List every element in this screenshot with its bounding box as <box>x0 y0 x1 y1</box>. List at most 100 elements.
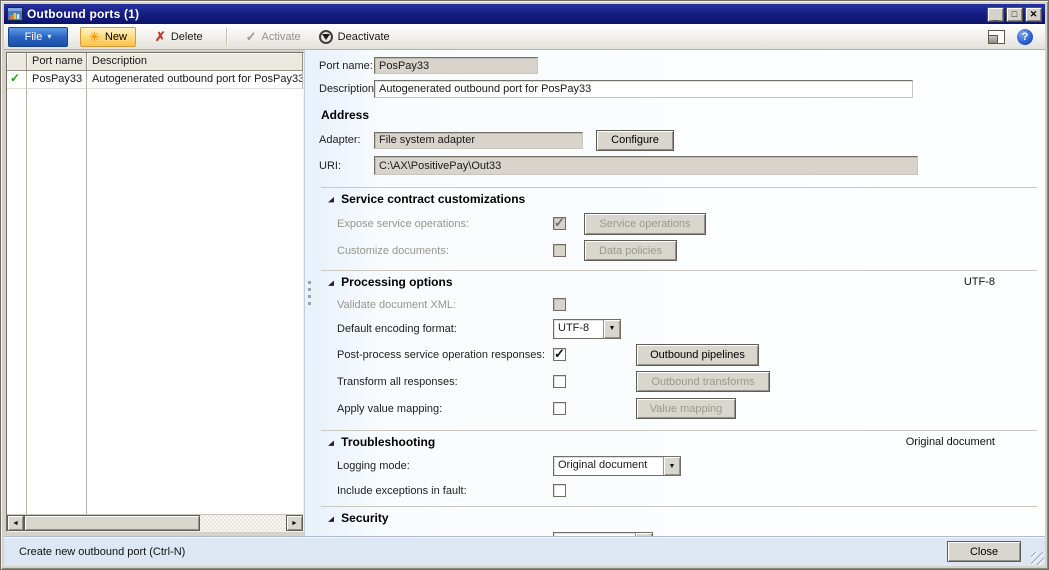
section-summary-value: Original document <box>906 436 995 448</box>
customize-documents-label: Customize documents: <box>337 245 553 257</box>
grid-empty-area <box>7 89 303 514</box>
logging-mode-value: Original document <box>554 457 663 475</box>
chevron-down-icon: ▾ <box>47 32 51 41</box>
configure-button[interactable]: Configure <box>596 130 674 151</box>
port-details-panel: Port name: PosPay33 Description: Autogen… <box>314 50 1045 536</box>
description-field[interactable]: Autogenerated outbound port for PosPay33 <box>374 80 913 98</box>
window-controls: _ □ ✕ <box>987 7 1042 22</box>
file-menu-label: File <box>25 31 43 43</box>
activate-button-label: Activate <box>262 31 301 43</box>
column-header-port-name[interactable]: Port name <box>27 53 87 71</box>
section-title: Security <box>341 511 388 525</box>
delete-button[interactable]: ✗ Delete <box>146 27 212 47</box>
transform-all-responses-checkbox[interactable] <box>553 375 566 388</box>
adapter-field: File system adapter <box>374 132 583 149</box>
section-title: Processing options <box>341 275 452 289</box>
scroll-right-icon[interactable]: ► <box>286 515 303 531</box>
post-process-checkbox[interactable] <box>553 348 566 361</box>
section-processing-header[interactable]: ◢ Processing options UTF-8 <box>321 271 1037 293</box>
expander-icon: ◢ <box>328 195 334 203</box>
activate-check-icon: ✓ <box>246 30 257 43</box>
outbound-transforms-button: Outbound transforms <box>636 371 770 392</box>
table-row[interactable]: ✓ PosPay33 Autogenerated outbound port f… <box>7 71 303 89</box>
description-label: Description: <box>319 83 374 95</box>
adapter-label: Adapter: <box>319 134 374 146</box>
delete-button-label: Delete <box>171 31 203 43</box>
port-name-field: PosPay33 <box>374 57 538 74</box>
ports-list-panel: Port name Description ✓ PosPay33 Autogen… <box>4 50 304 536</box>
combo-arrow-icon[interactable]: ▼ <box>663 457 680 475</box>
section-troubleshooting-header[interactable]: ◢ Troubleshooting Original document <box>321 431 1037 453</box>
encoding-format-select[interactable]: UTF-8 ▼ <box>553 319 621 339</box>
apply-value-mapping-checkbox[interactable] <box>553 402 566 415</box>
app-icon <box>7 7 23 21</box>
new-button[interactable]: ✳ New <box>80 27 136 47</box>
panel-splitter[interactable] <box>304 50 314 536</box>
resize-grip-icon[interactable] <box>1031 552 1044 565</box>
close-window-button[interactable]: ✕ <box>1025 7 1042 22</box>
status-bar: Create new outbound port (Ctrl-N) Close <box>4 536 1045 566</box>
service-operations-button: Service operations <box>584 213 706 235</box>
section-title: Service contract customizations <box>341 192 525 206</box>
row-description: Autogenerated outbound port for PosPay33 <box>87 71 303 89</box>
transform-all-responses-label: Transform all responses: <box>337 376 553 388</box>
maximize-button[interactable]: □ <box>1006 7 1023 22</box>
post-process-label: Post-process service operation responses… <box>337 349 553 361</box>
title-bar: Outbound ports (1) _ □ ✕ <box>4 4 1045 24</box>
toolbar-separator <box>226 28 227 46</box>
scroll-left-icon[interactable]: ◄ <box>7 515 24 531</box>
deactivate-button-label: Deactivate <box>338 31 390 43</box>
activate-button: ✓ Activate <box>237 27 310 47</box>
address-header: Address <box>321 108 1041 122</box>
include-exceptions-checkbox[interactable] <box>553 484 566 497</box>
expander-icon: ◢ <box>328 438 334 446</box>
help-icon[interactable]: ? <box>1017 29 1033 45</box>
logging-mode-select[interactable]: Original document ▼ <box>553 456 681 476</box>
scrollbar-thumb[interactable] <box>24 515 200 531</box>
apply-value-mapping-label: Apply value mapping: <box>337 403 553 415</box>
uri-field: C:\AX\PositivePay\Out33 <box>374 156 918 175</box>
toolbar: File ▾ ✳ New ✗ Delete ✓ Activate Deactiv… <box>4 24 1045 50</box>
section-security-header[interactable]: ◢ Security <box>321 507 1037 529</box>
combo-arrow-icon[interactable]: ▼ <box>603 320 620 338</box>
horizontal-scrollbar[interactable]: ◄ ► <box>7 514 303 531</box>
window-title: Outbound ports (1) <box>27 7 139 21</box>
data-policies-button: Data policies <box>584 240 677 261</box>
section-service-contract: ◢ Service contract customizations Expose… <box>321 187 1037 270</box>
customize-documents-checkbox <box>553 244 566 257</box>
section-service-header[interactable]: ◢ Service contract customizations <box>321 188 1037 210</box>
section-troubleshooting: ◢ Troubleshooting Original document Logg… <box>321 430 1037 506</box>
include-exceptions-label: Include exceptions in fault: <box>337 485 553 497</box>
expander-icon: ◢ <box>328 278 334 286</box>
expander-icon: ◢ <box>328 514 334 522</box>
validate-document-xml-label: Validate document XML: <box>337 299 553 311</box>
section-security: ◢ Security Restrict to company: ▼ <box>321 506 1037 536</box>
layout-pane-icon[interactable] <box>988 30 1005 44</box>
row-port-name: PosPay33 <box>27 71 87 89</box>
grid-header: Port name Description <box>7 53 303 71</box>
row-active-check-icon: ✓ <box>7 71 27 89</box>
deactivate-button[interactable]: Deactivate <box>310 27 399 47</box>
column-header-description[interactable]: Description <box>87 53 303 71</box>
minimize-button[interactable]: _ <box>987 7 1004 22</box>
new-star-icon: ✳ <box>89 30 100 43</box>
value-mapping-button: Value mapping <box>636 398 736 419</box>
expose-service-operations-label: Expose service operations: <box>337 218 553 230</box>
port-name-label: Port name: <box>319 60 374 72</box>
deactivate-circle-icon <box>319 30 333 44</box>
column-header-status[interactable] <box>7 53 27 71</box>
ports-grid: Port name Description ✓ PosPay33 Autogen… <box>6 52 304 532</box>
scrollbar-track[interactable] <box>200 515 286 531</box>
encoding-format-value: UTF-8 <box>554 320 603 338</box>
section-title: Troubleshooting <box>341 435 435 449</box>
expose-service-operations-checkbox <box>553 217 566 230</box>
outbound-ports-window: Outbound ports (1) _ □ ✕ File ▾ ✳ New ✗ … <box>0 0 1049 570</box>
outbound-pipelines-button[interactable]: Outbound pipelines <box>636 344 759 366</box>
section-processing-options: ◢ Processing options UTF-8 Validate docu… <box>321 270 1037 430</box>
delete-x-icon: ✗ <box>155 30 166 43</box>
default-encoding-format-label: Default encoding format: <box>337 323 553 335</box>
file-menu-button[interactable]: File ▾ <box>8 27 68 47</box>
status-message: Create new outbound port (Ctrl-N) <box>19 546 185 558</box>
main-area: Port name Description ✓ PosPay33 Autogen… <box>4 50 1045 536</box>
close-button[interactable]: Close <box>947 541 1021 562</box>
